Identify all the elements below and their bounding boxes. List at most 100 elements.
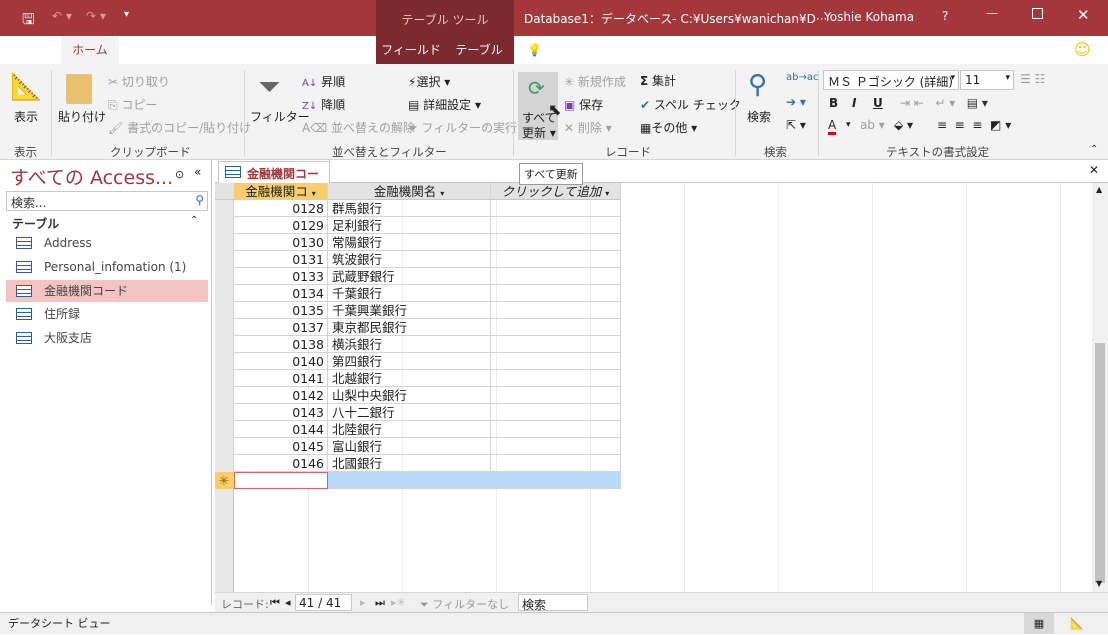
cell-name[interactable]: 富山銀行 bbox=[328, 438, 491, 455]
column-header-add[interactable]: クリックして追加 ▾ bbox=[491, 183, 621, 200]
row-selector[interactable] bbox=[215, 302, 234, 319]
tab-file[interactable]: ファイル bbox=[0, 36, 60, 64]
collapse-section-icon[interactable]: ⌃ bbox=[190, 215, 198, 226]
view-button[interactable]: 表示 bbox=[14, 108, 38, 125]
cell-add[interactable] bbox=[491, 370, 621, 387]
cell-name[interactable]: 武蔵野銀行 bbox=[328, 268, 491, 285]
table-row[interactable]: 0134 千葉銀行 bbox=[215, 285, 621, 302]
new-record-row[interactable]: ✳ bbox=[215, 472, 621, 489]
more-button[interactable]: ▦その他 ▾ bbox=[640, 119, 697, 136]
cell-name[interactable]: 第四銀行 bbox=[328, 353, 491, 370]
font-color-button[interactable]: A bbox=[828, 118, 837, 135]
row-selector[interactable] bbox=[215, 285, 234, 302]
cell-name[interactable]: 山梨中央銀行 bbox=[328, 387, 491, 404]
format-painter-button[interactable]: 🖌 書式のコピー/貼り付け bbox=[108, 119, 251, 136]
column-header-code[interactable]: 金融機関コ ▾ bbox=[234, 183, 328, 200]
cell-add[interactable] bbox=[491, 251, 621, 268]
cell-add[interactable] bbox=[491, 438, 621, 455]
scroll-thumb[interactable] bbox=[1095, 343, 1105, 583]
vertical-scrollbar[interactable]: ▲ ▼ bbox=[1092, 183, 1108, 592]
font-name-select[interactable]: ＭＳ Ｐゴシック (詳細) ▾ bbox=[823, 70, 959, 90]
user-name[interactable]: Yoshie Kohama bbox=[824, 10, 914, 24]
bullets-icon[interactable]: ☰ ☷ bbox=[1020, 72, 1045, 86]
cell-code[interactable]: 0146 bbox=[234, 455, 328, 472]
cell-name[interactable]: 千葉銀行 bbox=[328, 285, 491, 302]
nav-item-kinyu-kikan-code[interactable]: 金融機関コード bbox=[6, 280, 208, 302]
cell-add[interactable] bbox=[491, 268, 621, 285]
cell-code[interactable]: 0142 bbox=[234, 387, 328, 404]
shutter-bar-icon[interactable]: « bbox=[194, 165, 201, 179]
cell-add[interactable] bbox=[491, 455, 621, 472]
selection-button[interactable]: ⚡選択 ▾ bbox=[408, 73, 450, 90]
new-cell-code[interactable] bbox=[234, 472, 328, 489]
copy-button[interactable]: ⎘ コピー bbox=[108, 96, 157, 113]
align-icons[interactable]: ≡ ≡ ≡ ◩ ▾ bbox=[937, 118, 1011, 132]
cell-code[interactable]: 0130 bbox=[234, 234, 328, 251]
row-selector[interactable] bbox=[215, 200, 234, 217]
filter-button[interactable]: フィルター bbox=[250, 108, 310, 125]
redo-icon[interactable]: ↷ ▾ bbox=[86, 9, 106, 23]
table-row[interactable]: 0133 武蔵野銀行 bbox=[215, 268, 621, 285]
prev-record-button[interactable]: ◂ bbox=[285, 596, 291, 609]
table-row[interactable]: 0145 富山銀行 bbox=[215, 438, 621, 455]
highlight-icon[interactable]: ab ▾ bbox=[860, 118, 885, 132]
nav-item-osaka-shiten[interactable]: 大阪支店 bbox=[6, 327, 208, 349]
cell-add[interactable] bbox=[491, 234, 621, 251]
nav-item-personal-infomation[interactable]: Personal_infomation (1) bbox=[6, 256, 208, 278]
toggle-filter-button[interactable]: ⏷ フィルターの実行 bbox=[408, 119, 517, 136]
cell-code[interactable]: 0144 bbox=[234, 421, 328, 438]
table-row[interactable]: 0142 山梨中央銀行 bbox=[215, 387, 621, 404]
tab-create[interactable]: 作成 bbox=[120, 36, 172, 64]
nav-item-address[interactable]: Address bbox=[6, 232, 208, 254]
row-selector[interactable] bbox=[215, 387, 234, 404]
cell-name[interactable]: 筑波銀行 bbox=[328, 251, 491, 268]
underline-button[interactable]: U bbox=[873, 96, 883, 110]
save-icon[interactable]: 🖫 bbox=[22, 9, 35, 34]
cell-code[interactable]: 0145 bbox=[234, 438, 328, 455]
spelling-button[interactable]: ✔ スペル チェック bbox=[640, 96, 741, 113]
cell-add[interactable] bbox=[491, 387, 621, 404]
cell-add[interactable] bbox=[491, 319, 621, 336]
help-button[interactable]: ? bbox=[942, 9, 948, 23]
nav-menu-icon[interactable]: ⊙ bbox=[175, 168, 184, 181]
cell-code[interactable]: 0140 bbox=[234, 353, 328, 370]
table-row[interactable]: 0144 北陸銀行 bbox=[215, 421, 621, 438]
cell-code[interactable]: 0141 bbox=[234, 370, 328, 387]
row-selector[interactable] bbox=[215, 217, 234, 234]
cell-add[interactable] bbox=[491, 285, 621, 302]
cut-button[interactable]: ✂ 切り取り bbox=[108, 73, 170, 90]
cell-name[interactable]: 常陽銀行 bbox=[328, 234, 491, 251]
replace-icon[interactable]: ab→ac bbox=[786, 72, 818, 83]
cell-add[interactable] bbox=[491, 302, 621, 319]
bold-button[interactable]: B bbox=[829, 96, 838, 110]
table-row[interactable]: 0143 八十二銀行 bbox=[215, 404, 621, 421]
delete-record-button[interactable]: ✕ 削除 ▾ bbox=[564, 119, 612, 136]
select-pointer-icon[interactable]: ⇱ ▾ bbox=[786, 118, 806, 132]
smiley-feedback-icon[interactable]: ☺ bbox=[1074, 40, 1091, 59]
row-selector[interactable] bbox=[215, 455, 234, 472]
table-row[interactable]: 0131 筑波銀行 bbox=[215, 251, 621, 268]
table-row[interactable]: 0146 北國銀行 bbox=[215, 455, 621, 472]
tab-database-tools[interactable]: データベース ツール bbox=[255, 36, 373, 64]
cell-code[interactable]: 0129 bbox=[234, 217, 328, 234]
new-record-button[interactable]: ✳ 新規作成 bbox=[564, 73, 626, 90]
sort-ascending-button[interactable]: A↓ 昇順 bbox=[302, 73, 345, 90]
table-row[interactable]: 0141 北越銀行 bbox=[215, 370, 621, 387]
totals-button[interactable]: Σ 集計 bbox=[640, 72, 676, 89]
italic-button[interactable]: I bbox=[852, 96, 856, 110]
tab-fields[interactable]: フィールド bbox=[380, 36, 442, 64]
cell-add[interactable] bbox=[491, 404, 621, 421]
row-selector[interactable] bbox=[215, 336, 234, 353]
close-doc-icon[interactable]: ✕ bbox=[1089, 163, 1099, 177]
table-row[interactable]: 0137 東京都民銀行 bbox=[215, 319, 621, 336]
nav-item-jushoroku[interactable]: 住所録 bbox=[6, 303, 208, 325]
collapse-ribbon-icon[interactable]: ⌃ bbox=[1090, 144, 1098, 155]
customize-qat-icon[interactable]: ▾ bbox=[124, 9, 129, 20]
nav-title[interactable]: すべての Access... bbox=[10, 163, 173, 190]
fill-color-icon[interactable]: ⬙ ▾ bbox=[894, 118, 913, 132]
cell-code[interactable]: 0128 bbox=[234, 200, 328, 217]
datasheet-view-icon[interactable]: ▦ bbox=[1024, 613, 1054, 634]
table-row[interactable]: 0140 第四銀行 bbox=[215, 353, 621, 370]
cell-name[interactable]: 北越銀行 bbox=[328, 370, 491, 387]
nav-section-tables[interactable]: テーブル bbox=[12, 215, 59, 232]
